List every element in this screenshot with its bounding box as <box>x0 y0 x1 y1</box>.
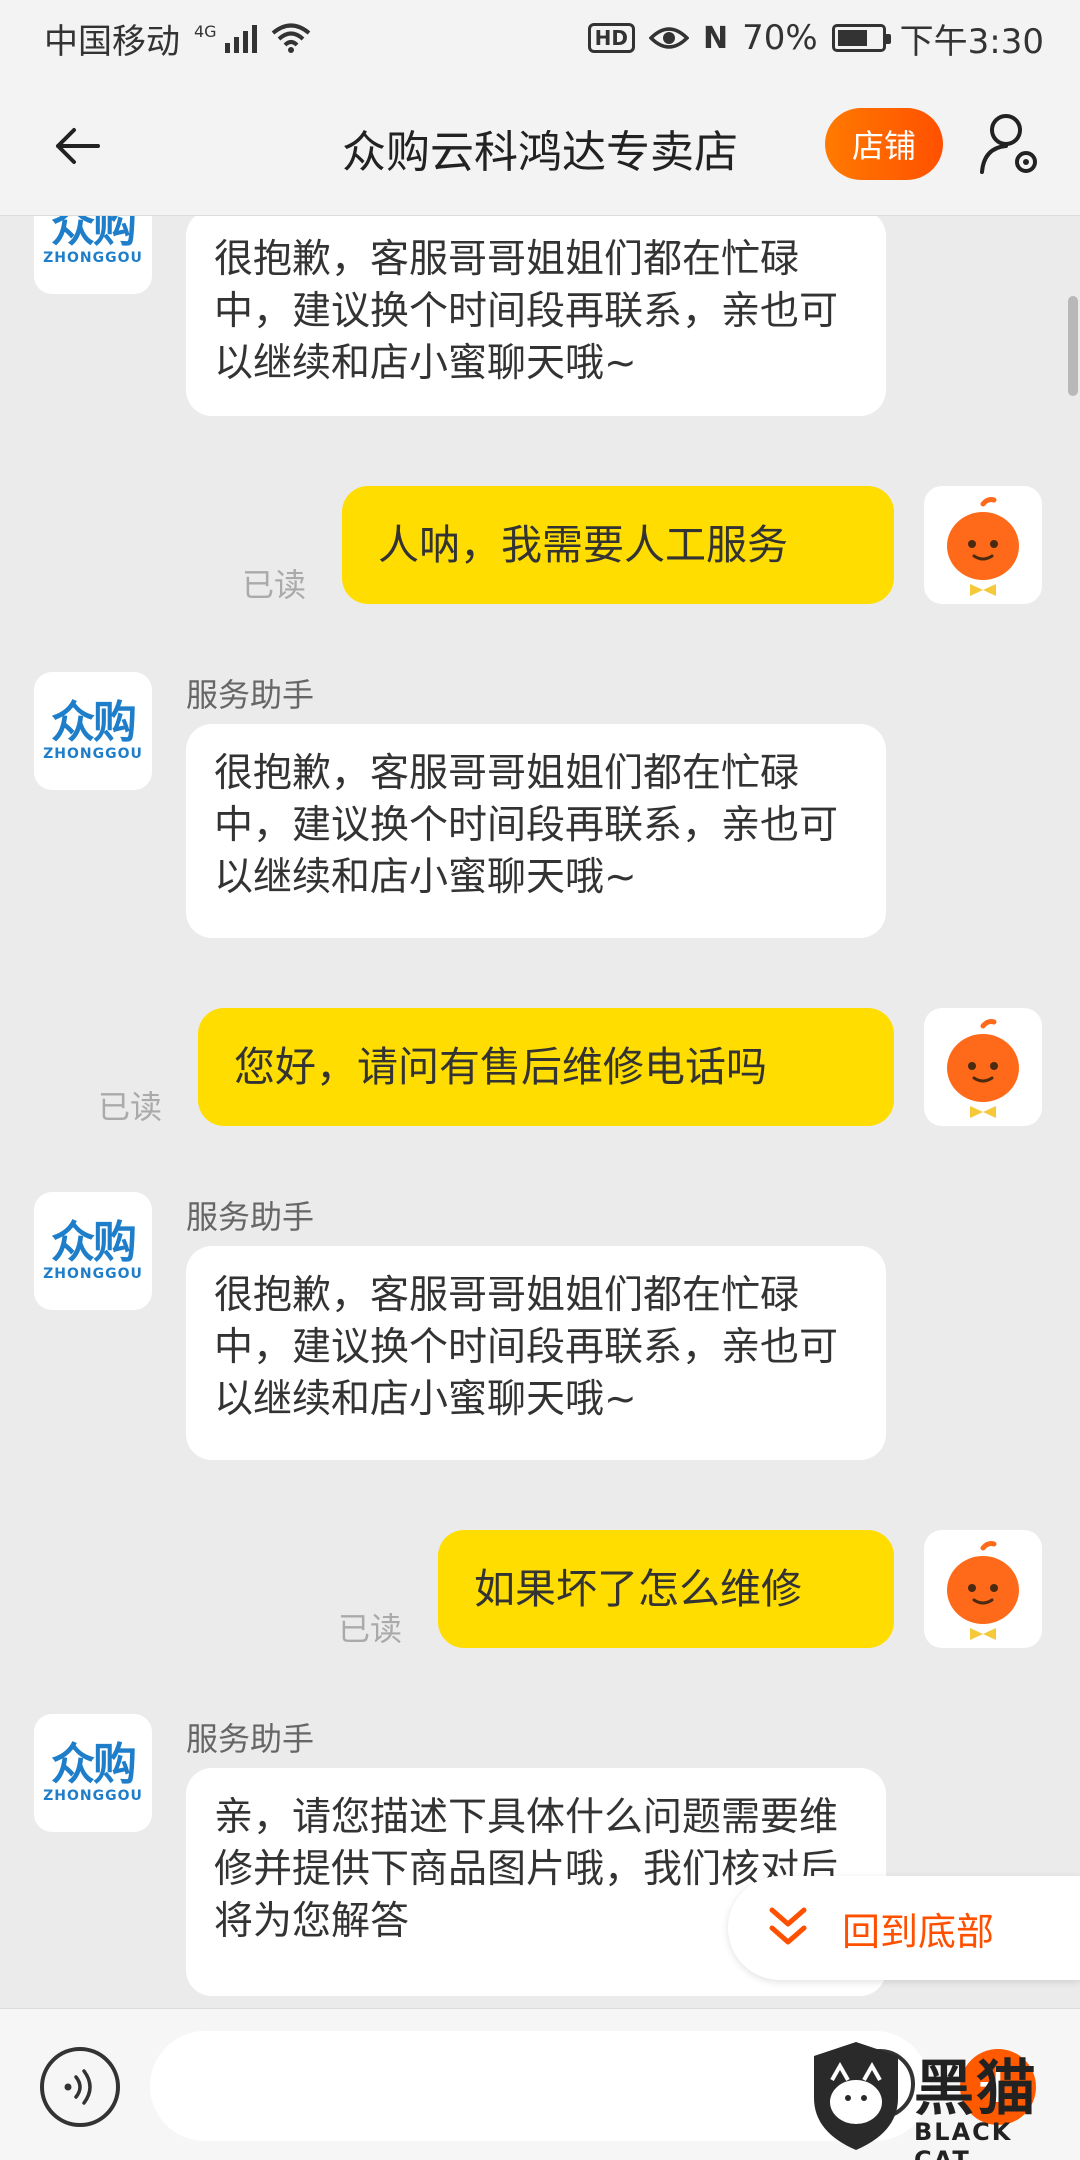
watermark-en: BLACK CAT <box>914 2118 1013 2160</box>
shop-logo-en: ZHONGGOU <box>43 1788 143 1804</box>
message-bubble-user[interactable]: 如果坏了怎么维修 <box>438 1530 894 1648</box>
nfc-icon: N <box>702 20 729 56</box>
voice-icon <box>64 2069 92 2105</box>
message-bubble-user[interactable]: 您好，请问有售后维修电话吗 <box>198 1008 894 1126</box>
eye-icon <box>648 27 689 49</box>
user-avatar-icon <box>947 1019 1019 1118</box>
watermark: 黑猫 BLACK CAT <box>810 2040 1070 2160</box>
hd-badge: HD <box>587 23 635 53</box>
sender-name: 服务助手 <box>186 676 315 714</box>
user-settings-button[interactable] <box>978 110 1042 180</box>
shop-logo-en: ZHONGGOU <box>43 250 143 266</box>
read-status: 已读 <box>98 1088 163 1126</box>
user-avatar-icon <box>947 497 1019 596</box>
read-status: 已读 <box>242 566 307 604</box>
shop-avatar[interactable]: 众购 ZHONGGOU <box>34 1192 152 1310</box>
shop-logo-text: 众购 <box>51 1217 137 1268</box>
user-avatar[interactable] <box>924 486 1042 604</box>
carrier-label: 中国移动 <box>44 21 180 62</box>
message-bubble-shop[interactable]: 很抱歉，客服哥哥姐姐们都在忙碌中，建议换个时间段再联系，亲也可以继续和店小蜜聊天… <box>186 1246 886 1460</box>
status-left: 中国移动 4G <box>44 14 311 63</box>
wifi-icon <box>271 23 310 53</box>
user-avatar[interactable] <box>924 1008 1042 1126</box>
battery-percent: 70% <box>742 18 818 58</box>
message-bubble-shop[interactable]: 很抱歉，客服哥哥姐姐们都在忙碌中，建议换个时间段再联系，亲也可以继续和店小蜜聊天… <box>186 216 886 416</box>
shop-logo-en: ZHONGGOU <box>43 1266 143 1282</box>
message-bubble-user[interactable]: 人呐，我需要人工服务 <box>342 486 894 604</box>
double-chevron-down-icon <box>769 1907 807 1945</box>
sender-name: 服务助手 <box>186 1720 315 1758</box>
shop-avatar[interactable]: 众购 ZHONGGOU <box>34 672 152 790</box>
chat-header: 众购云科鸿达专卖店 店铺 <box>0 76 1080 216</box>
signal-icon <box>224 23 257 53</box>
watermark-cn: 黑猫 <box>914 2054 1038 2124</box>
scroll-indicator[interactable] <box>1068 296 1078 396</box>
status-right: HD N 70% 下午3:30 <box>587 14 1044 63</box>
clock: 下午3:30 <box>899 21 1044 62</box>
chat-area[interactable]: 众购 ZHONGGOU 很抱歉，客服哥哥姐姐们都在忙碌中，建议换个时间段再联系，… <box>0 216 1080 2008</box>
back-to-bottom-label: 回到底部 <box>842 1909 995 1954</box>
shop-logo-text: 众购 <box>51 1739 137 1790</box>
voice-button[interactable] <box>40 2047 120 2127</box>
network-type: 4G <box>194 21 217 41</box>
sender-name: 服务助手 <box>186 1198 315 1236</box>
user-avatar-icon <box>947 1541 1019 1640</box>
battery-fill <box>837 30 867 46</box>
shop-logo-text: 众购 <box>51 216 137 252</box>
shop-logo-en: ZHONGGOU <box>43 746 143 762</box>
battery-icon <box>831 24 891 52</box>
shop-logo-text: 众购 <box>51 697 137 748</box>
user-avatar[interactable] <box>924 1530 1042 1648</box>
status-bar: 中国移动 4G HD N 70% 下午3:30 <box>0 0 1080 76</box>
message-bubble-shop[interactable]: 很抱歉，客服哥哥姐姐们都在忙碌中，建议换个时间段再联系，亲也可以继续和店小蜜聊天… <box>186 724 886 938</box>
shop-button[interactable]: 店铺 <box>825 108 943 180</box>
shop-avatar[interactable]: 众购 ZHONGGOU <box>34 216 152 294</box>
read-status: 已读 <box>338 1610 403 1648</box>
shop-avatar[interactable]: 众购 ZHONGGOU <box>34 1714 152 1832</box>
user-settings-icon <box>980 114 1037 174</box>
back-to-bottom-button[interactable]: 回到底部 <box>728 1876 1080 1980</box>
watermark-cat-icon <box>814 2042 898 2150</box>
